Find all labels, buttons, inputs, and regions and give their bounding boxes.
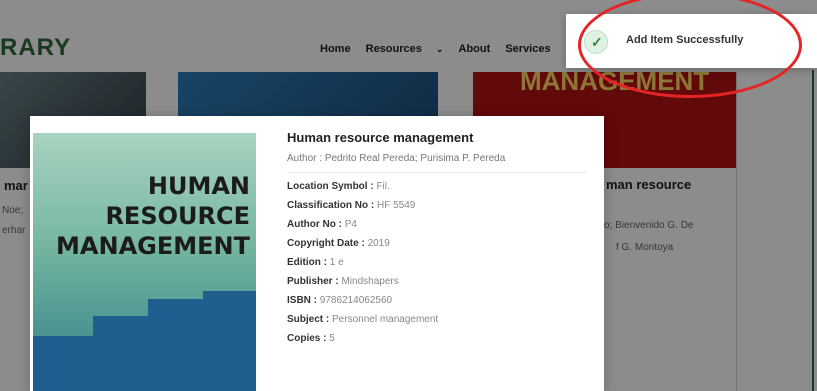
page: RARY Home Resources ⌄ About Services MANA… [0, 0, 817, 391]
detail-row: Classification No : HF 5549 [287, 200, 587, 211]
step-shape [33, 336, 93, 391]
detail-key: ISBN : [287, 295, 320, 306]
detail-value: 1 e [329, 257, 344, 268]
book-cover-title: HUMAN RESOURCE MANAGEMENT [40, 171, 250, 261]
detail-row: Copyright Date : 2019 [287, 238, 587, 249]
detail-value: Personnel management [332, 314, 439, 325]
detail-key: Publisher : [287, 276, 342, 287]
detail-row: Copies : 5 [287, 333, 587, 344]
cover-line: RESOURCE [105, 202, 250, 230]
detail-row: Location Symbol : Fil. [287, 181, 587, 192]
book-cover-image: HUMAN RESOURCE MANAGEMENT [33, 133, 256, 391]
divider [287, 172, 587, 173]
detail-value: P4 [344, 219, 357, 230]
author-value: Pedrito Real Pereda; Purisima P. Pereda [324, 153, 506, 164]
detail-value: 2019 [367, 238, 390, 249]
book-details-modal: HUMAN RESOURCE MANAGEMENT Human resource… [30, 116, 604, 391]
detail-row: ISBN : 9786214062560 [287, 295, 587, 306]
detail-key: Copies : [287, 333, 330, 344]
detail-key: Location Symbol : [287, 181, 377, 192]
detail-row: Author No : P4 [287, 219, 587, 230]
detail-value: HF 5549 [377, 200, 416, 211]
book-info: Human resource management Author : Pedri… [287, 130, 587, 352]
detail-row: Edition : 1 e [287, 257, 587, 268]
step-shape [93, 316, 148, 391]
cover-line: HUMAN [147, 172, 250, 200]
detail-value: Mindshapers [341, 276, 399, 287]
cover-line: MANAGEMENT [56, 232, 250, 260]
detail-key: Subject : [287, 314, 333, 325]
detail-key: Classification No : [287, 200, 378, 211]
detail-key: Copyright Date : [287, 238, 368, 249]
book-title: Human resource management [287, 130, 474, 145]
step-shape [203, 291, 256, 391]
detail-row: Subject : Personnel management [287, 314, 587, 325]
step-shape [148, 299, 203, 391]
detail-key: Edition : [287, 257, 330, 268]
author-label: Author : [287, 153, 325, 164]
book-author: Author : Pedrito Real Pereda; Purisima P… [287, 153, 587, 164]
detail-value: 5 [329, 333, 335, 344]
detail-value: 9786214062560 [319, 295, 393, 306]
cover-illustration [33, 291, 256, 391]
detail-key: Author No : [287, 219, 345, 230]
detail-value: Fil. [376, 181, 390, 192]
detail-row: Publisher : Mindshapers [287, 276, 587, 287]
